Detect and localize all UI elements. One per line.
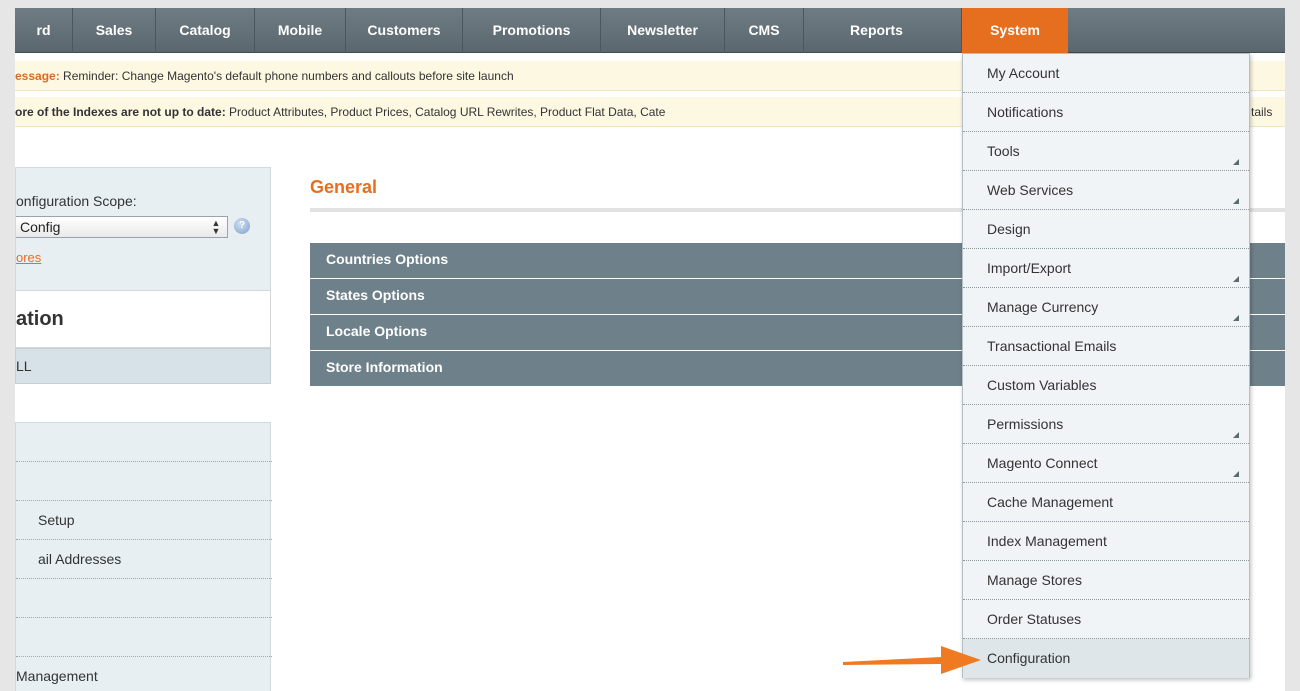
config-scope-select[interactable]: Config ▲ ▼ bbox=[16, 216, 228, 238]
config-scope-value: Config bbox=[20, 219, 61, 235]
nav-item-sales[interactable]: Sales bbox=[73, 8, 156, 53]
menu-item-tools[interactable]: Tools bbox=[963, 132, 1249, 171]
menu-item-manage-currency[interactable]: Manage Currency bbox=[963, 288, 1249, 327]
system-dropdown-menu: My Account Notifications Tools Web Servi… bbox=[962, 53, 1250, 678]
config-tabs-list: Setup ail Addresses Management bbox=[15, 422, 272, 691]
menu-item-label: Import/Export bbox=[987, 260, 1072, 276]
menu-item-label: Permissions bbox=[987, 416, 1064, 432]
config-tab[interactable]: ail Addresses bbox=[16, 540, 272, 579]
submenu-arrow-icon bbox=[1233, 276, 1239, 282]
menu-item-label: Manage Currency bbox=[987, 299, 1099, 315]
menu-item-label: Index Management bbox=[987, 533, 1107, 549]
admin-page: rd Sales Catalog Mobile Customers Promot… bbox=[15, 8, 1285, 691]
menu-item-design[interactable]: Design bbox=[963, 210, 1249, 249]
menu-item-order-statuses[interactable]: Order Statuses bbox=[963, 600, 1249, 639]
nav-item-dashboard[interactable]: rd bbox=[15, 8, 73, 53]
config-scope-panel: onfiguration Scope: Config ▲ ▼ ? ores bbox=[15, 167, 271, 297]
menu-item-label: Transactional Emails bbox=[987, 338, 1117, 354]
message-label: ore of the Indexes are not up to date: bbox=[15, 105, 226, 119]
menu-item-label: Configuration bbox=[987, 650, 1071, 666]
help-icon[interactable]: ? bbox=[234, 218, 250, 234]
nav-item-customers[interactable]: Customers bbox=[346, 8, 463, 53]
config-section-tab[interactable]: LL bbox=[15, 348, 271, 384]
menu-item-label: Notifications bbox=[987, 104, 1064, 120]
submenu-arrow-icon bbox=[1233, 432, 1239, 438]
message-text-tail: tails bbox=[1251, 105, 1273, 119]
config-tab[interactable]: Management bbox=[16, 657, 272, 691]
message-text: Reminder: Change Magento's default phone… bbox=[59, 69, 514, 83]
menu-item-permissions[interactable]: Permissions bbox=[963, 405, 1249, 444]
submenu-arrow-icon bbox=[1233, 315, 1239, 321]
config-tab[interactable]: Setup bbox=[16, 501, 272, 540]
page-title: General bbox=[310, 177, 378, 197]
nav-item-cms[interactable]: CMS bbox=[725, 8, 804, 53]
config-tab[interactable] bbox=[16, 579, 272, 618]
menu-item-label: Tools bbox=[987, 143, 1020, 159]
nav-item-newsletter[interactable]: Newsletter bbox=[601, 8, 725, 53]
menu-item-notifications[interactable]: Notifications bbox=[963, 93, 1249, 132]
nav-item-system[interactable]: System bbox=[962, 8, 1068, 53]
config-tab[interactable] bbox=[16, 462, 272, 501]
submenu-arrow-icon bbox=[1233, 198, 1239, 204]
menu-item-my-account[interactable]: My Account bbox=[963, 54, 1249, 93]
menu-item-cache-management[interactable]: Cache Management bbox=[963, 483, 1249, 522]
menu-item-web-services[interactable]: Web Services bbox=[963, 171, 1249, 210]
submenu-arrow-icon bbox=[1233, 471, 1239, 477]
top-nav: rd Sales Catalog Mobile Customers Promot… bbox=[15, 8, 1285, 53]
menu-item-label: Magento Connect bbox=[987, 455, 1098, 471]
config-scope-label: onfiguration Scope: bbox=[16, 193, 137, 209]
config-section-header: ation bbox=[15, 290, 271, 348]
menu-item-custom-variables[interactable]: Custom Variables bbox=[963, 366, 1249, 405]
menu-item-configuration[interactable]: Configuration bbox=[963, 639, 1249, 678]
nav-item-catalog[interactable]: Catalog bbox=[156, 8, 255, 53]
nav-item-mobile[interactable]: Mobile bbox=[255, 8, 346, 53]
menu-item-magento-connect[interactable]: Magento Connect bbox=[963, 444, 1249, 483]
menu-item-label: Custom Variables bbox=[987, 377, 1097, 393]
config-tab[interactable] bbox=[16, 618, 272, 657]
manage-stores-link[interactable]: ores bbox=[16, 250, 41, 265]
menu-item-label: Order Statuses bbox=[987, 611, 1082, 627]
menu-item-label: My Account bbox=[987, 65, 1060, 81]
menu-item-import-export[interactable]: Import/Export bbox=[963, 249, 1249, 288]
menu-item-label: Web Services bbox=[987, 182, 1074, 198]
menu-item-label: Design bbox=[987, 221, 1031, 237]
select-arrows-icon: ▲ ▼ bbox=[211, 218, 221, 236]
message-text: Product Attributes, Product Prices, Cata… bbox=[225, 105, 666, 119]
config-tab[interactable] bbox=[16, 423, 272, 462]
menu-item-label: Cache Management bbox=[987, 494, 1114, 510]
menu-item-index-management[interactable]: Index Management bbox=[963, 522, 1249, 561]
menu-item-transactional-emails[interactable]: Transactional Emails bbox=[963, 327, 1249, 366]
menu-item-label: Manage Stores bbox=[987, 572, 1082, 588]
menu-item-manage-stores[interactable]: Manage Stores bbox=[963, 561, 1249, 600]
pointer-arrow-icon bbox=[843, 646, 981, 674]
nav-item-promotions[interactable]: Promotions bbox=[463, 8, 601, 53]
config-section-title: ation bbox=[16, 308, 64, 330]
submenu-arrow-icon bbox=[1233, 159, 1239, 165]
message-label: essage: bbox=[15, 69, 60, 83]
nav-item-reports[interactable]: Reports bbox=[804, 8, 962, 53]
